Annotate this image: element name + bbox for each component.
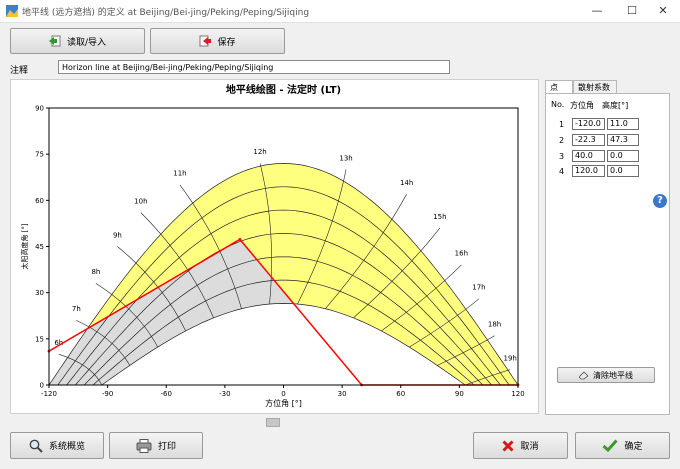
column-azimuth-header: 方位角 bbox=[570, 101, 594, 110]
save-icon bbox=[199, 35, 212, 47]
y-tick-label: 15 bbox=[35, 335, 44, 343]
x-axis-label: 方位角 [°] bbox=[265, 398, 302, 408]
title-bar: 地平线 (远方遮挡) 的定义 at Beijing/Bei-jing/Pekin… bbox=[0, 0, 680, 23]
x-tick-label: 120 bbox=[511, 390, 524, 398]
point-3-height-input[interactable]: 0.0 bbox=[607, 150, 639, 162]
magnifier-icon bbox=[29, 439, 43, 453]
read-import-label: 读取/导入 bbox=[66, 37, 107, 48]
y-tick-label: 0 bbox=[40, 382, 44, 390]
point-4-azimuth-input[interactable]: 120.0 bbox=[572, 165, 605, 177]
horizon-point-2 bbox=[238, 238, 242, 241]
hour-label-7h: 7h bbox=[72, 305, 81, 313]
clear-horizon-button[interactable]: 清除地平线 bbox=[557, 367, 655, 383]
comment-input[interactable]: Horizon line at Beijing/Bei-jing/Peking/… bbox=[58, 60, 450, 74]
x-tick-label: 60 bbox=[396, 390, 405, 398]
y-tick-label: 75 bbox=[35, 151, 44, 159]
print-label: 打印 bbox=[157, 442, 176, 452]
column-no-header: No. bbox=[551, 100, 565, 109]
y-tick-label: 45 bbox=[35, 243, 44, 251]
hour-label-12h: 12h bbox=[253, 148, 266, 156]
point-1-height-input[interactable]: 11.0 bbox=[607, 118, 639, 130]
tab-points[interactable]: 点 bbox=[545, 80, 573, 94]
system-overview-button[interactable]: 系统概览 bbox=[10, 432, 104, 459]
ok-button[interactable]: 确定 bbox=[575, 432, 670, 459]
hour-label-19h: 19h bbox=[504, 354, 517, 362]
point-1-azimuth-input[interactable]: -120.0 bbox=[572, 118, 605, 130]
point-1-no: 1 bbox=[559, 120, 565, 129]
point-4-height-input[interactable]: 0.0 bbox=[607, 165, 639, 177]
point-2-azimuth-input[interactable]: -22.3 bbox=[572, 134, 605, 146]
y-tick-label: 90 bbox=[35, 105, 44, 113]
horizon-plot: 6h7h8h9h10h11h12h13h14h15h16h17h18h19h-1… bbox=[20, 83, 525, 408]
point-3-azimuth-input[interactable]: 40.0 bbox=[572, 150, 605, 162]
hour-label-13h: 13h bbox=[339, 154, 352, 162]
points-panel: No. 方位角 高度[°] 1 -120.0 11.0 2 -22.3 47.3… bbox=[545, 93, 670, 415]
x-tick-label: -30 bbox=[219, 390, 230, 398]
checkmark-icon bbox=[602, 439, 619, 452]
y-axis-label: 太阳高度角 [°] bbox=[20, 223, 29, 269]
hour-label-14h: 14h bbox=[400, 179, 413, 187]
help-icon[interactable]: ? bbox=[653, 194, 667, 208]
point-2-no: 2 bbox=[559, 136, 565, 145]
x-tick-label: -120 bbox=[41, 390, 57, 398]
hour-label-16h: 16h bbox=[455, 250, 468, 258]
cancel-button[interactable]: 取消 bbox=[473, 432, 568, 459]
save-label: 保存 bbox=[217, 37, 236, 48]
maximize-button[interactable]: ☐ bbox=[617, 2, 647, 20]
printer-icon bbox=[136, 438, 152, 453]
read-import-button[interactable]: 读取/导入 bbox=[10, 28, 145, 54]
close-button[interactable]: ✕ bbox=[648, 2, 678, 20]
y-tick-label: 60 bbox=[35, 197, 44, 205]
y-tick-label: 30 bbox=[35, 289, 44, 297]
comment-label: 注释 bbox=[10, 66, 29, 76]
ok-label: 确定 bbox=[624, 442, 643, 452]
window-title: 地平线 (远方遮挡) 的定义 at Beijing/Bei-jing/Pekin… bbox=[22, 8, 310, 18]
hour-label-9h: 9h bbox=[113, 231, 122, 239]
hour-label-17h: 17h bbox=[472, 284, 485, 292]
system-overview-label: 系统概览 bbox=[48, 442, 85, 452]
hour-label-10h: 10h bbox=[134, 197, 147, 205]
hour-label-18h: 18h bbox=[488, 321, 501, 329]
hour-label-15h: 15h bbox=[433, 213, 446, 221]
x-tick-label: 0 bbox=[281, 390, 285, 398]
cancel-x-icon bbox=[502, 439, 515, 452]
minimize-button[interactable]: — bbox=[582, 2, 612, 20]
hour-label-11h: 11h bbox=[173, 170, 186, 178]
x-tick-label: 90 bbox=[455, 390, 464, 398]
column-height-header: 高度[°] bbox=[602, 101, 629, 110]
point-4-no: 4 bbox=[559, 167, 565, 176]
horizontal-scroll-thumb[interactable] bbox=[266, 418, 280, 427]
chart-title: 地平线绘图 - 法定时 (LT) bbox=[226, 83, 341, 96]
cancel-label: 取消 bbox=[520, 442, 539, 452]
x-tick-label: 30 bbox=[338, 390, 347, 398]
point-2-height-input[interactable]: 47.3 bbox=[607, 134, 639, 146]
x-tick-label: -90 bbox=[102, 390, 113, 398]
tab-diffuse-factor[interactable]: 散射系数 bbox=[573, 80, 617, 94]
x-tick-label: -60 bbox=[161, 390, 172, 398]
hour-label-8h: 8h bbox=[91, 268, 100, 276]
eraser-icon bbox=[579, 370, 589, 379]
import-icon bbox=[48, 35, 61, 47]
horizon-chart: 6h 7h 8h 9h 10h 11h 12h 13h 14h 15h 16h 17h 18h 19h -1… bbox=[10, 79, 539, 414]
save-button[interactable]: 保存 bbox=[150, 28, 285, 54]
clear-horizon-label: 清除地平线 bbox=[593, 370, 633, 380]
point-3-no: 3 bbox=[559, 152, 565, 161]
print-button[interactable]: 打印 bbox=[109, 432, 203, 459]
app-icon bbox=[6, 5, 18, 17]
